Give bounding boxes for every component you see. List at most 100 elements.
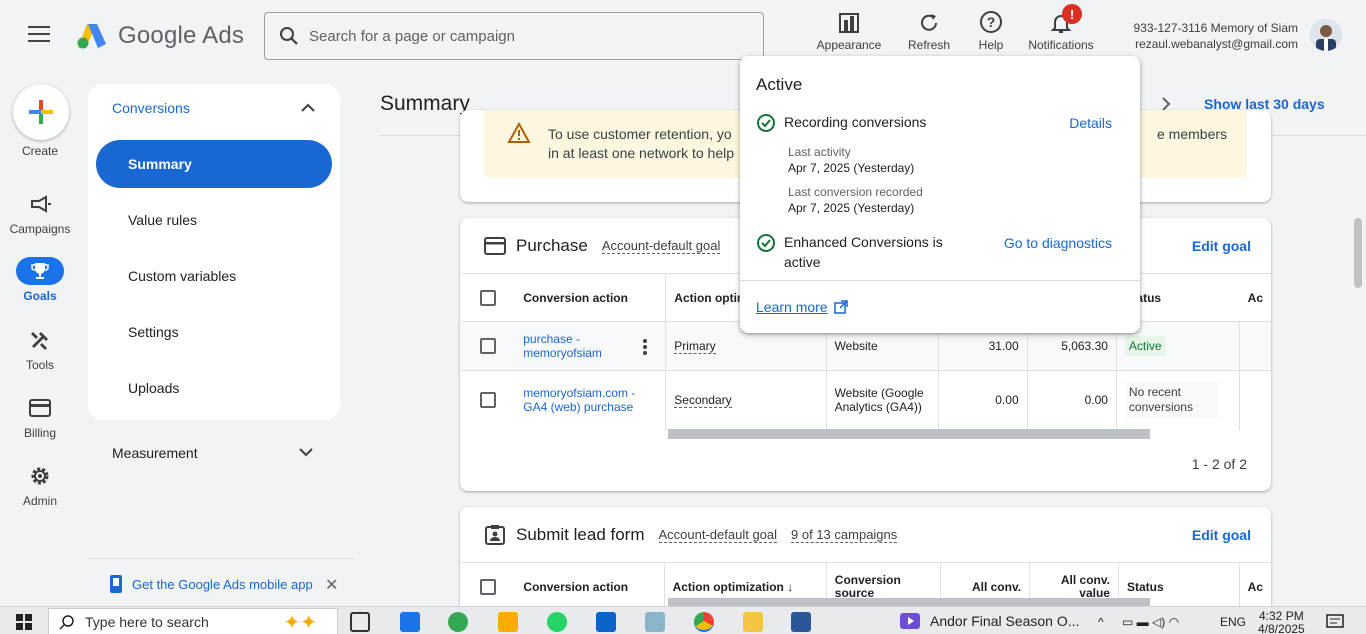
notepad-icon[interactable] xyxy=(645,612,665,632)
calendar-app-icon[interactable] xyxy=(400,612,420,632)
edit-goal-button[interactable]: Edit goal xyxy=(1192,238,1251,254)
warning-text-line2: in at least one network to help xyxy=(548,145,735,161)
appearance-button[interactable]: Appearance xyxy=(814,8,884,52)
row-checkbox[interactable] xyxy=(480,338,496,354)
close-icon[interactable]: ✕ xyxy=(325,575,338,595)
conversion-action-link[interactable]: memoryofsiam.com - GA4 (web) purchase xyxy=(523,386,635,414)
all-conv-value: 0.00 xyxy=(938,370,1028,430)
task-view-icon[interactable] xyxy=(350,612,370,632)
campaign-count-label[interactable]: 9 of 13 campaigns xyxy=(791,527,898,543)
optimization-value[interactable]: Primary xyxy=(674,339,716,354)
credit-card-icon xyxy=(29,399,51,417)
chrome-icon[interactable] xyxy=(694,612,714,632)
go-to-diagnostics-link[interactable]: Go to diagnostics xyxy=(1004,235,1112,251)
select-all-checkbox[interactable] xyxy=(480,289,496,306)
popup-title: Active xyxy=(756,75,803,94)
chevron-down-icon[interactable] xyxy=(298,446,314,458)
avatar-icon xyxy=(1310,19,1342,51)
nav-value-rules[interactable]: Value rules xyxy=(96,196,332,244)
rail-billing[interactable]: Billing xyxy=(0,394,80,440)
arrow-down-icon: ↓ xyxy=(787,579,794,594)
appearance-icon xyxy=(839,13,859,33)
nav-custom-variables[interactable]: Custom variables xyxy=(96,252,332,300)
rail-tools[interactable]: Tools xyxy=(0,326,80,372)
outlook-icon[interactable] xyxy=(596,612,616,632)
chevron-up-icon[interactable] xyxy=(300,101,316,113)
measurement-section-header[interactable]: Measurement xyxy=(112,445,198,461)
create-button[interactable] xyxy=(13,84,69,140)
phone-icon xyxy=(110,575,122,593)
notification-center-icon[interactable] xyxy=(1326,614,1344,630)
refresh-button[interactable]: Refresh xyxy=(900,8,958,52)
rail-create-label[interactable]: Create xyxy=(0,144,80,158)
last-conversion-value: Apr 7, 2025 (Yesterday) xyxy=(788,201,915,215)
mobile-app-link[interactable]: Get the Google Ads mobile app xyxy=(108,574,313,594)
warning-text-line1-right: e members xyxy=(1157,126,1228,142)
search-box[interactable] xyxy=(264,12,764,60)
avatar[interactable] xyxy=(1310,19,1342,51)
horizontal-scrollbar[interactable] xyxy=(668,429,1150,439)
chevron-up-icon[interactable]: ^ xyxy=(1098,615,1104,629)
nav-summary[interactable]: Summary xyxy=(96,140,332,188)
last-activity-value: Apr 7, 2025 (Yesterday) xyxy=(788,161,915,175)
column-header[interactable]: Conversion action xyxy=(515,273,667,322)
edit-goal-button[interactable]: Edit goal xyxy=(1192,527,1251,543)
chart-app-icon[interactable] xyxy=(498,612,518,632)
rail-goals[interactable]: Goals xyxy=(0,257,80,303)
enhanced-conversions-label-line2: active xyxy=(784,254,821,270)
gear-icon xyxy=(31,467,49,485)
warning-text-line1: To use customer retention, yo xyxy=(548,126,732,142)
account-name: 933-127-3116 Memory of Siam xyxy=(1133,21,1298,35)
nav-settings[interactable]: Settings xyxy=(96,308,332,356)
help-icon: ? xyxy=(980,11,1002,33)
media-playing[interactable]: Andor Final Season O... xyxy=(900,613,1079,629)
windows-taskbar: Type here to search ✦✦ Andor Final Seaso… xyxy=(0,606,1366,634)
account-info[interactable]: 933-127-3116 Memory of Siam rezaul.weban… xyxy=(1133,20,1298,52)
notifications-button[interactable]: Notifications ! xyxy=(1022,4,1100,52)
table-row[interactable]: memoryofsiam.com - GA4 (web) purchase Se… xyxy=(460,370,1271,430)
warning-icon xyxy=(507,122,531,143)
learn-more-link[interactable]: Learn more xyxy=(756,299,848,315)
sparkle-icon: ✦✦ xyxy=(283,612,317,634)
refresh-icon xyxy=(921,14,937,31)
word-icon[interactable] xyxy=(791,612,811,632)
search-input[interactable] xyxy=(309,27,729,45)
tray-icons[interactable]: ▭ ▬ ◁) ◠ xyxy=(1122,615,1179,629)
google-ads-logo[interactable]: Google Ads xyxy=(76,22,244,50)
menu-icon[interactable] xyxy=(28,26,50,44)
nav-uploads[interactable]: Uploads xyxy=(96,364,332,412)
conversion-action-link[interactable]: purchase - memoryofsiam xyxy=(523,332,633,360)
wechat-icon[interactable] xyxy=(448,612,468,632)
vertical-scrollbar[interactable] xyxy=(1354,218,1362,288)
column-header[interactable]: Ac xyxy=(1239,273,1271,322)
conversions-section-header[interactable]: Conversions xyxy=(112,100,190,116)
last-conversion-label: Last conversion recorded xyxy=(788,185,923,199)
open-in-new-icon xyxy=(833,300,848,314)
goal-default-label[interactable]: Account-default goal xyxy=(601,238,721,254)
file-explorer-icon[interactable] xyxy=(743,612,763,632)
row-checkbox[interactable] xyxy=(480,392,496,409)
megaphone-icon xyxy=(31,195,51,213)
help-button[interactable]: ? Help xyxy=(970,8,1012,52)
rail-campaigns[interactable]: Campaigns xyxy=(0,190,80,236)
taskbar-search[interactable]: Type here to search ✦✦ xyxy=(48,608,338,634)
windows-start-icon[interactable] xyxy=(16,614,32,630)
optimization-value[interactable]: Secondary xyxy=(674,393,732,409)
column-header[interactable]: Ac xyxy=(1239,562,1271,611)
recording-conversions-label: Recording conversions xyxy=(784,114,927,130)
check-circle-icon xyxy=(757,234,775,252)
more-vert-icon[interactable] xyxy=(643,339,648,355)
whatsapp-icon[interactable] xyxy=(547,612,567,632)
search-icon xyxy=(280,27,298,45)
last-activity-label: Last activity xyxy=(788,145,851,159)
enhanced-conversions-label-line1: Enhanced Conversions is xyxy=(784,234,943,250)
check-circle-icon xyxy=(757,114,775,132)
select-all-checkbox[interactable] xyxy=(480,578,496,595)
notification-badge: ! xyxy=(1062,4,1082,24)
column-header[interactable]: Conversion action xyxy=(515,562,665,611)
language-indicator[interactable]: ENG xyxy=(1220,615,1246,629)
rail-admin[interactable]: Admin xyxy=(0,462,80,508)
details-link[interactable]: Details xyxy=(1069,115,1112,131)
goal-default-label[interactable]: Account-default goal xyxy=(658,527,778,543)
clock[interactable]: 4:32 PM 4/8/2025 xyxy=(1258,610,1305,634)
